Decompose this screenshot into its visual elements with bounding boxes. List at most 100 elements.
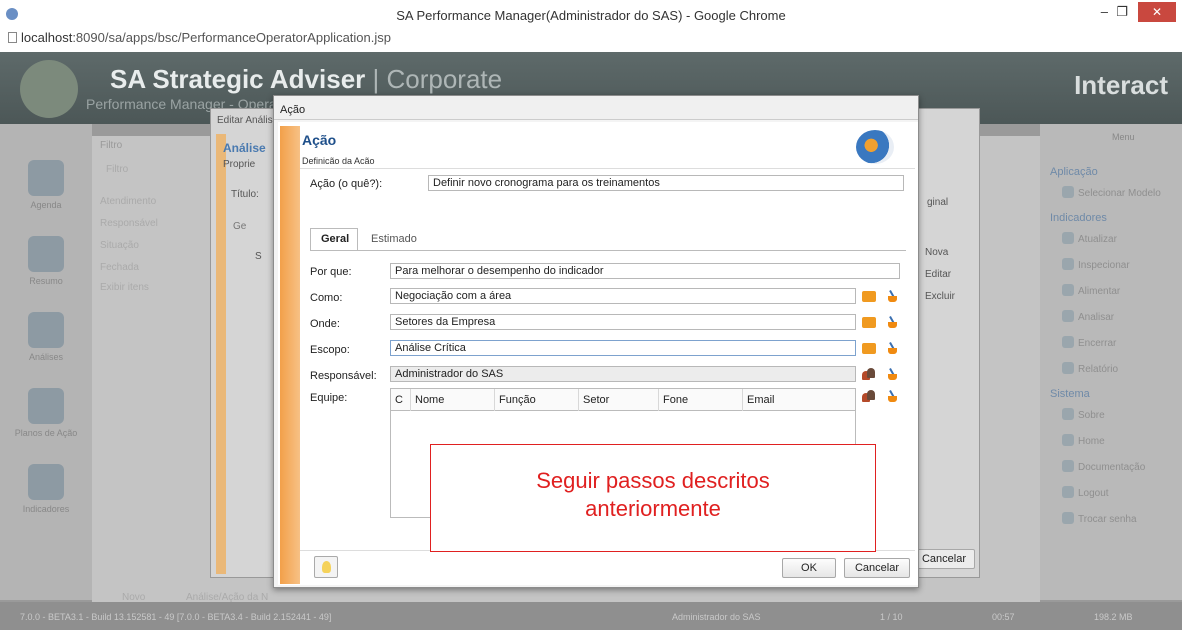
- hint-button[interactable]: [314, 556, 338, 578]
- menu-item-encerrar[interactable]: Encerrar: [1062, 336, 1116, 349]
- clear-icon[interactable]: [886, 390, 898, 402]
- minimize-button[interactable]: –: [1101, 4, 1108, 19]
- action-heading: Ação: [302, 132, 337, 148]
- users-icon[interactable]: [862, 368, 876, 380]
- title-label: Título:: [231, 189, 259, 200]
- team-col-email[interactable]: Email: [743, 389, 855, 411]
- tab-geral[interactable]: Geral: [310, 228, 358, 250]
- analysis-sub: Proprie: [223, 159, 256, 170]
- clear-icon[interactable]: [886, 290, 898, 302]
- lightbulb-icon: [322, 561, 331, 573]
- callout-line-1: Seguir passos descritos: [536, 468, 770, 493]
- window-title: SA Performance Manager(Administrador do …: [396, 8, 786, 23]
- status-page: 1 / 10: [880, 612, 903, 622]
- users-icon[interactable]: [862, 390, 876, 402]
- vendor-logo: Interact: [1074, 70, 1168, 100]
- docs-icon: [1062, 460, 1074, 472]
- responsible-label: Responsável:: [310, 370, 377, 382]
- app-logo-icon: [20, 60, 78, 118]
- why-label: Por que:: [310, 266, 352, 278]
- edit-analysis-title: Editar Análise: [217, 115, 279, 126]
- agenda-icon: [28, 160, 64, 196]
- team-col-setor[interactable]: Setor: [579, 389, 659, 411]
- menu-item-inspecionar[interactable]: Inspecionar: [1062, 258, 1130, 271]
- url-path: :8090/sa/apps/bsc/PerformanceOperatorApp…: [72, 30, 391, 45]
- header-divider: [300, 168, 915, 169]
- clear-icon[interactable]: [886, 316, 898, 328]
- close-folder-icon: [1062, 336, 1074, 348]
- original-label: ginal: [927, 197, 949, 208]
- menu-section-aplicacao[interactable]: Aplicação: [1050, 166, 1098, 178]
- page-icon: [8, 32, 17, 43]
- status-bar: 7.0.0 - BETA3.1 - Build 13.152581 - 49 […: [0, 602, 1182, 630]
- menu-item-logout[interactable]: Logout: [1062, 486, 1109, 499]
- feed-icon: [1062, 284, 1074, 296]
- menu-item-selecionar-modelo[interactable]: Selecionar Modelo: [1062, 186, 1161, 199]
- logout-icon: [1062, 486, 1074, 498]
- status-build: 7.0.0 - BETA3.1 - Build 13.152581 - 49 […: [20, 612, 332, 622]
- rail-item-indicadores[interactable]: Indicadores: [10, 464, 82, 514]
- edit-action-button[interactable]: Editar: [925, 269, 951, 280]
- menu-item-home[interactable]: Home: [1062, 434, 1105, 447]
- instruction-callout: Seguir passos descritos anteriormente: [430, 444, 876, 552]
- team-col-fone[interactable]: Fone: [659, 389, 743, 411]
- menu-section-sistema[interactable]: Sistema: [1050, 388, 1090, 400]
- cancel-button[interactable]: Cancelar: [844, 558, 910, 578]
- summary-icon: [28, 236, 64, 272]
- menu-item-relatorio[interactable]: Relatório: [1062, 362, 1118, 375]
- folder-icon[interactable]: [862, 343, 876, 354]
- close-window-button[interactable]: ✕: [1138, 2, 1176, 22]
- status-memory: 198.2 MB: [1094, 612, 1133, 622]
- menu-item-trocar-senha[interactable]: Trocar senha: [1062, 512, 1137, 525]
- rail-item-agenda[interactable]: Agenda: [10, 160, 82, 210]
- clear-icon[interactable]: [886, 368, 898, 380]
- indicator-icon: [28, 464, 64, 500]
- address-bar[interactable]: localhost:8090/sa/apps/bsc/PerformanceOp…: [0, 30, 1182, 52]
- menu-section-indicadores[interactable]: Indicadores: [1050, 212, 1107, 224]
- action-what-field[interactable]: Definir novo cronograma para os treiname…: [428, 175, 904, 191]
- restore-button[interactable]: ❐: [1116, 4, 1128, 20]
- rail-item-planos[interactable]: Planos de Ação: [10, 388, 82, 438]
- team-label: Equipe:: [310, 392, 348, 404]
- scope-field[interactable]: Análise Crítica: [390, 340, 856, 356]
- rail-item-analises[interactable]: Análises: [10, 312, 82, 362]
- responsible-field[interactable]: Administrador do SAS: [390, 366, 856, 382]
- menu-item-documentacao[interactable]: Documentação: [1062, 460, 1145, 473]
- analysis-icon: [28, 312, 64, 348]
- menu-item-atualizar[interactable]: Atualizar: [1062, 232, 1117, 245]
- scope-label: Escopo:: [310, 344, 350, 356]
- action-what-label: Ação (o quê?):: [310, 178, 383, 190]
- menu-item-alimentar[interactable]: Alimentar: [1062, 284, 1120, 297]
- menu-item-analisar[interactable]: Analisar: [1062, 310, 1114, 323]
- folder-icon[interactable]: [862, 317, 876, 328]
- folder-icon[interactable]: [862, 291, 876, 302]
- delete-action-button[interactable]: Excluir: [925, 291, 955, 302]
- accent-bar: [280, 126, 300, 584]
- info-icon: [1062, 408, 1074, 420]
- menu-item-sobre[interactable]: Sobre: [1062, 408, 1105, 421]
- general-tab[interactable]: Ge: [233, 221, 246, 232]
- tab-divider: [310, 250, 906, 251]
- menu-title: Menu: [1112, 132, 1135, 142]
- how-label: Como:: [310, 292, 343, 304]
- status-user: Administrador do SAS: [672, 612, 761, 622]
- team-col-funcao[interactable]: Função: [495, 389, 579, 411]
- update-icon: [1062, 232, 1074, 244]
- ok-button[interactable]: OK: [782, 558, 836, 578]
- tab-estimado[interactable]: Estimado: [360, 228, 424, 250]
- how-field[interactable]: Negociação com a área: [390, 288, 856, 304]
- model-icon: [1062, 186, 1074, 198]
- new-action-button[interactable]: Nova: [925, 247, 948, 258]
- gear-globe-icon: [856, 130, 894, 164]
- team-col-c[interactable]: C: [391, 389, 411, 411]
- inspect-icon: [1062, 258, 1074, 270]
- where-field[interactable]: Setores da Empresa: [390, 314, 856, 330]
- parent-cancel-button[interactable]: Cancelar: [913, 549, 975, 569]
- clear-icon[interactable]: [886, 342, 898, 354]
- rail-item-resumo[interactable]: Resumo: [10, 236, 82, 286]
- accent-bar: [216, 134, 226, 574]
- why-field[interactable]: Para melhorar o desempenho do indicador: [390, 263, 900, 279]
- team-col-nome[interactable]: Nome: [411, 389, 495, 411]
- home-icon: [1062, 434, 1074, 446]
- url-host: localhost: [21, 30, 73, 45]
